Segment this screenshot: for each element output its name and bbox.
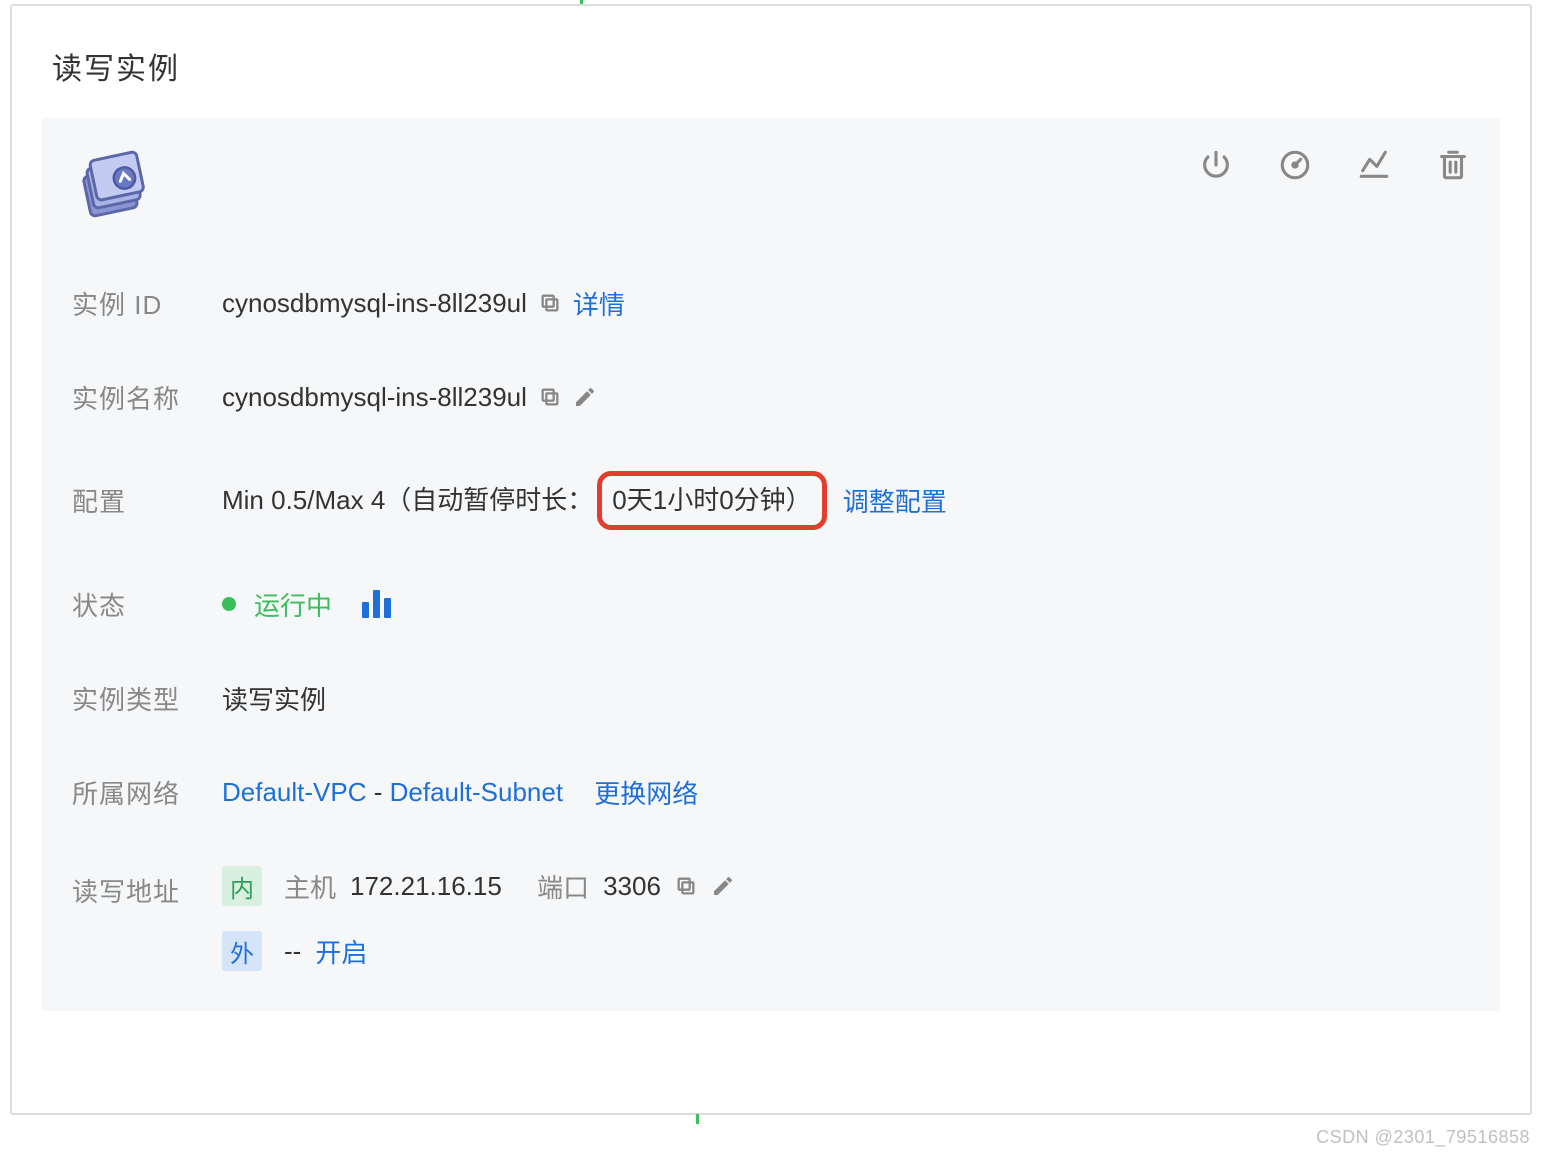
instance-panel: 读写实例: [10, 4, 1532, 1115]
label-status: 状态: [72, 586, 222, 623]
row-network: 所属网络 Default-VPC - Default-Subnet 更换网络: [72, 772, 1470, 812]
dashboard-icon[interactable]: [1278, 148, 1312, 189]
row-instance-id: 实例 ID cynosdbmysql-ins-8ll239ul 详情: [72, 283, 1470, 323]
instance-card: 实例 ID cynosdbmysql-ins-8ll239ul 详情 实例名称 …: [42, 118, 1500, 1011]
value-instance-type: 读写实例: [222, 680, 326, 717]
port-label: 端口: [537, 868, 589, 905]
label-address: 读写地址: [72, 866, 222, 909]
decorative-green-line: [696, 1114, 699, 1124]
copy-icon[interactable]: [539, 292, 561, 314]
row-config: 配置 Min 0.5/Max 4（自动暂停时长：0天1小时0分钟） 调整配置: [72, 471, 1470, 530]
port-value: 3306: [603, 871, 661, 902]
host-label: 主机: [284, 868, 336, 905]
panel-title: 读写实例: [52, 44, 1500, 88]
external-value: --: [284, 936, 301, 967]
row-status: 状态 运行中: [72, 584, 1470, 624]
edit-icon[interactable]: [711, 874, 735, 898]
config-highlight: 0天1小时0分钟）: [597, 471, 826, 530]
chart-icon[interactable]: [1357, 148, 1391, 189]
status-text: 运行中: [254, 586, 332, 623]
external-badge: 外: [222, 931, 262, 971]
label-network: 所属网络: [72, 774, 222, 811]
change-network-link[interactable]: 更换网络: [594, 774, 698, 811]
enable-external-link[interactable]: 开启: [315, 933, 367, 970]
status-dot: [222, 597, 236, 611]
delete-icon[interactable]: [1436, 148, 1470, 189]
detail-link[interactable]: 详情: [573, 285, 625, 322]
row-instance-type: 实例类型 读写实例: [72, 678, 1470, 718]
adjust-config-link[interactable]: 调整配置: [843, 482, 947, 519]
card-header: [72, 148, 1470, 228]
host-value: 172.21.16.15: [350, 871, 502, 902]
row-instance-name: 实例名称 cynosdbmysql-ins-8ll239ul: [72, 377, 1470, 417]
label-instance-id: 实例 ID: [72, 285, 222, 322]
copy-icon[interactable]: [539, 386, 561, 408]
action-toolbar: [1199, 148, 1470, 189]
copy-icon[interactable]: [675, 875, 697, 897]
config-prefix: Min 0.5/Max 4（自动暂停时长：: [222, 485, 593, 515]
instance-icon: [72, 148, 152, 228]
watermark: CSDN @2301_79516858: [1316, 1127, 1530, 1148]
vpc-link[interactable]: Default-VPC: [222, 777, 367, 807]
power-icon[interactable]: [1199, 148, 1233, 189]
row-address: 读写地址 内 主机 172.21.16.15 端口 3306: [72, 866, 1470, 971]
label-config: 配置: [72, 482, 222, 519]
subnet-link[interactable]: Default-Subnet: [390, 777, 563, 807]
value-instance-name: cynosdbmysql-ins-8ll239ul: [222, 382, 527, 413]
label-instance-type: 实例类型: [72, 680, 222, 717]
external-address-line: 外 -- 开启: [222, 931, 735, 971]
internal-address-line: 内 主机 172.21.16.15 端口 3306: [222, 866, 735, 906]
internal-badge: 内: [222, 866, 262, 906]
label-instance-name: 实例名称: [72, 379, 222, 416]
monitor-icon[interactable]: [362, 590, 391, 618]
network-sep: -: [367, 777, 390, 807]
value-instance-id: cynosdbmysql-ins-8ll239ul: [222, 288, 527, 319]
edit-icon[interactable]: [573, 385, 597, 409]
